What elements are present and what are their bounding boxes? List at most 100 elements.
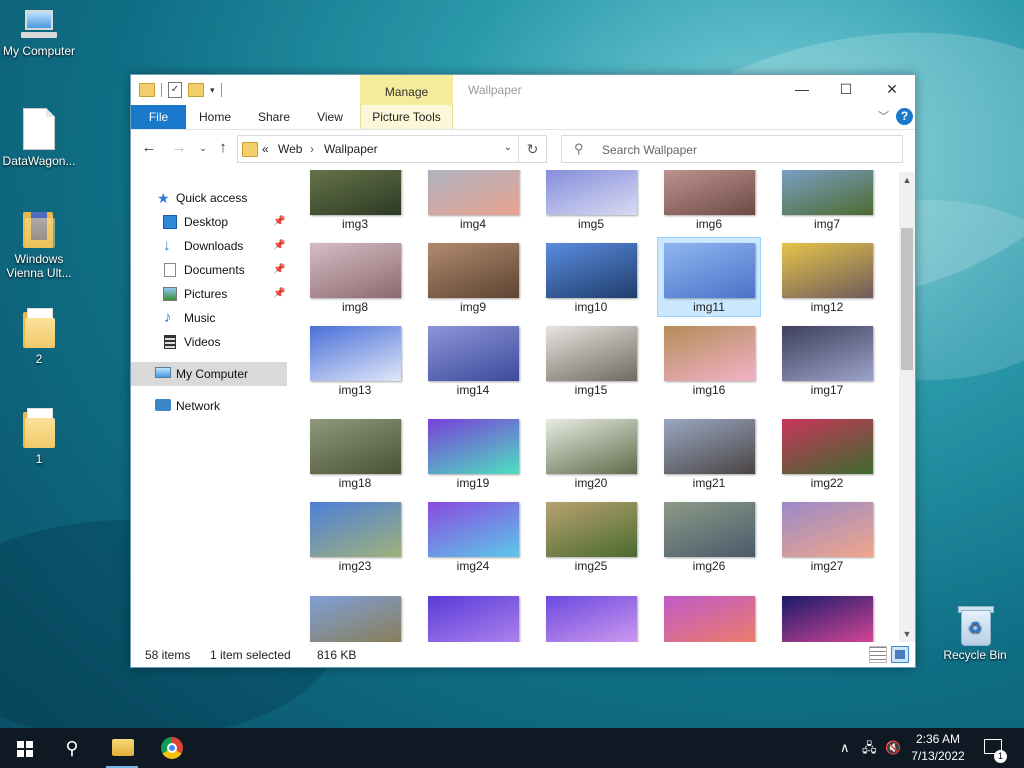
file-tile[interactable]: img17 [775, 320, 879, 400]
file-tile[interactable] [775, 590, 879, 642]
file-tile[interactable]: img13 [303, 320, 407, 400]
scroll-up-icon[interactable]: ▲ [899, 172, 915, 188]
file-name: img19 [456, 476, 490, 490]
desktop-icon-label: Windows Vienna Ult... [6, 252, 72, 280]
file-tile[interactable]: img3 [303, 170, 407, 234]
search-box[interactable]: ⚲ Search Wallpaper [561, 135, 903, 163]
tab-view[interactable]: View [311, 105, 349, 129]
image-thumbnail [428, 419, 519, 474]
scroll-down-icon[interactable]: ▼ [899, 626, 915, 642]
search-icon: ⚲ [574, 141, 584, 156]
new-folder-icon[interactable] [188, 83, 204, 97]
file-tile[interactable]: img8 [303, 237, 407, 317]
clock[interactable]: 2:36 AM 7/13/2022 [905, 731, 971, 765]
refresh-icon[interactable]: ↻ [519, 135, 547, 163]
quick-access-toolbar: ✓ ▾ [139, 82, 222, 98]
file-tile[interactable] [539, 590, 643, 642]
vertical-scrollbar[interactable]: ▲ ▼ [899, 172, 915, 642]
network-status-icon[interactable]: 🖧 [862, 728, 877, 768]
status-bar: 58 items 1 item selected 816 KB [131, 643, 915, 667]
file-tile[interactable]: img10 [539, 237, 643, 317]
tab-manage[interactable]: Manage [360, 75, 453, 105]
desktop-icon-recycle-bin[interactable]: ♻ Recycle Bin [936, 604, 1014, 662]
breadcrumb-wallpaper[interactable]: Wallpaper [324, 142, 378, 156]
file-name: img7 [813, 217, 840, 231]
properties-icon[interactable]: ✓ [168, 82, 182, 98]
desktop-icon-datawagon[interactable]: DataWagon... [0, 108, 78, 168]
nav-downloads[interactable]: ↓ Downloads 📌 [131, 234, 287, 258]
file-tile[interactable]: img7 [775, 170, 879, 234]
desktop-icon-folder-1[interactable]: 1 [0, 408, 78, 466]
image-thumbnail [310, 170, 401, 215]
details-view-icon[interactable] [869, 646, 887, 663]
nav-videos[interactable]: Videos [131, 330, 287, 354]
taskbar-file-explorer[interactable] [98, 728, 146, 768]
tab-picture-tools[interactable]: Picture Tools [360, 105, 453, 129]
nav-label: Pictures [184, 287, 228, 301]
start-button[interactable] [0, 728, 48, 768]
file-name: img15 [574, 383, 608, 397]
taskbar-chrome[interactable] [148, 728, 196, 768]
desktop-icon-windows-vienna[interactable]: Windows Vienna Ult... [0, 208, 78, 280]
show-hidden-icons-chevron-icon[interactable]: ∧ [840, 728, 850, 768]
maximize-button[interactable]: ☐ [823, 75, 869, 105]
search-icon[interactable]: ⚲ [48, 728, 96, 768]
file-tile[interactable]: img25 [539, 496, 643, 576]
large-icons-view-icon[interactable] [891, 646, 909, 663]
windows-logo-icon [17, 741, 33, 757]
close-button[interactable]: ✕ [869, 75, 915, 105]
file-tile[interactable]: img15 [539, 320, 643, 400]
nav-quick-access[interactable]: ★ Quick access [131, 186, 287, 210]
file-tile[interactable]: img18 [303, 413, 407, 493]
tab-share[interactable]: Share [253, 105, 295, 129]
file-tile[interactable]: img22 [775, 413, 879, 493]
tab-home[interactable]: Home [193, 105, 237, 129]
file-tile[interactable] [303, 590, 407, 642]
desktop-icon-folder-2[interactable]: 2 [0, 308, 78, 366]
file-tile[interactable]: img23 [303, 496, 407, 576]
file-tile[interactable]: img21 [657, 413, 761, 493]
help-icon[interactable]: ? [896, 108, 913, 125]
nav-music[interactable]: ♪ Music [131, 306, 287, 330]
file-tile[interactable]: img6 [657, 170, 761, 234]
search-input[interactable]: Search Wallpaper [602, 143, 697, 157]
title-bar: ✓ ▾ Manage Wallpaper — ☐ ✕ [131, 75, 915, 105]
file-tile[interactable]: img4 [421, 170, 525, 234]
file-tile[interactable]: img26 [657, 496, 761, 576]
file-tile[interactable]: img16 [657, 320, 761, 400]
recycle-bin-icon: ♻ [958, 604, 994, 646]
file-tile[interactable]: img20 [539, 413, 643, 493]
nav-pictures[interactable]: Pictures 📌 [131, 282, 287, 306]
file-tile[interactable]: img14 [421, 320, 525, 400]
forward-arrow-icon[interactable]: → [169, 138, 189, 158]
file-tile[interactable]: img9 [421, 237, 525, 317]
volume-muted-icon[interactable]: 🔇 [885, 728, 901, 768]
file-tile[interactable]: img11 [657, 237, 761, 317]
breadcrumb-web[interactable]: Web [278, 142, 302, 156]
address-bar[interactable]: « Web › Wallpaper ⌄ [237, 135, 519, 163]
nav-documents[interactable]: Documents 📌 [131, 258, 287, 282]
breadcrumb-overflow[interactable]: « [262, 142, 269, 156]
back-arrow-icon[interactable]: ← [139, 138, 159, 158]
address-dropdown-icon[interactable]: ⌄ [504, 142, 512, 153]
file-tile[interactable] [421, 590, 525, 642]
desktop-icon-label: 1 [35, 452, 43, 466]
customize-toolbar-dropdown[interactable]: ▾ [210, 85, 215, 96]
file-tile[interactable] [657, 590, 761, 642]
up-arrow-icon[interactable]: ↑ [213, 138, 233, 158]
file-name: img9 [459, 300, 486, 314]
file-tile[interactable]: img24 [421, 496, 525, 576]
nav-my-computer[interactable]: My Computer [131, 362, 287, 386]
nav-desktop[interactable]: Desktop 📌 [131, 210, 287, 234]
file-tile[interactable]: img5 [539, 170, 643, 234]
scrollbar-thumb[interactable] [901, 228, 913, 370]
recent-locations-chevron-icon[interactable]: ⌄ [193, 138, 213, 158]
file-tile[interactable]: img19 [421, 413, 525, 493]
expand-ribbon-icon[interactable]: ﹀ [878, 108, 889, 124]
minimize-button[interactable]: — [779, 75, 825, 105]
file-tile[interactable]: img12 [775, 237, 879, 317]
file-tile[interactable]: img27 [775, 496, 879, 576]
nav-network[interactable]: Network [131, 394, 287, 418]
tab-file[interactable]: File [131, 105, 186, 129]
desktop-icon-my-computer[interactable]: My Computer [0, 10, 78, 58]
